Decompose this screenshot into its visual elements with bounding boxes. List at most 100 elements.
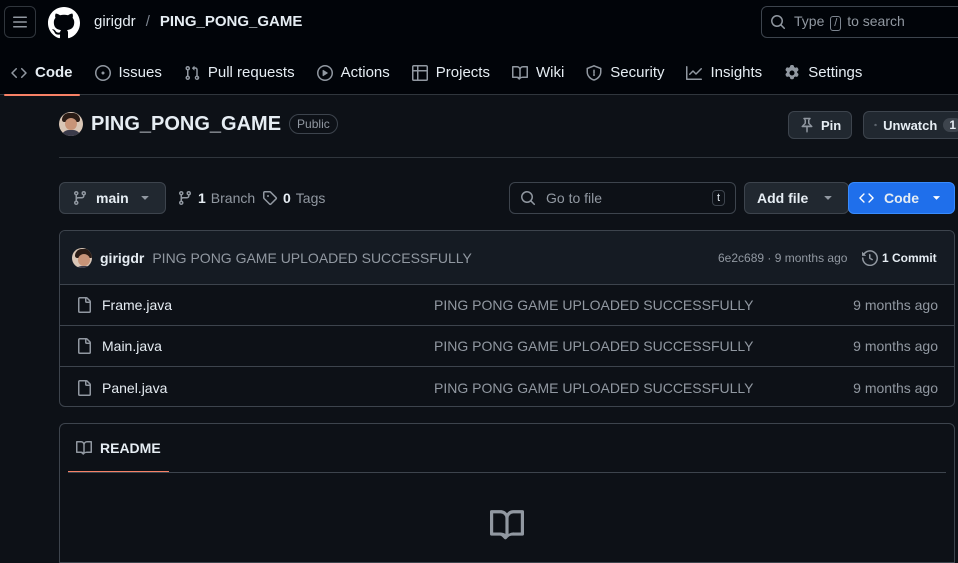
tab-security-label: Security bbox=[610, 64, 665, 81]
breadcrumb-separator: / bbox=[145, 13, 150, 30]
tags-link[interactable]: 0 Tags bbox=[262, 190, 325, 206]
hamburger-icon bbox=[13, 16, 27, 28]
tag-icon bbox=[263, 191, 278, 206]
file-date: 9 months ago bbox=[853, 297, 938, 313]
file-date: 9 months ago bbox=[853, 338, 938, 354]
code-button[interactable]: Code bbox=[848, 182, 955, 214]
branch-selector[interactable]: main bbox=[59, 182, 166, 214]
tab-wiki[interactable]: Wiki bbox=[501, 50, 575, 95]
go-to-file-shortcut: t bbox=[711, 190, 725, 206]
shield-icon bbox=[586, 64, 602, 81]
tab-insights-label: Insights bbox=[710, 64, 763, 81]
tab-actions[interactable]: Actions bbox=[306, 50, 401, 95]
commit-history-link[interactable]: 1 Commit bbox=[862, 249, 937, 266]
pin-label: Pin bbox=[821, 117, 842, 133]
repo-nav-tabs: Code Issues Pull requests Actions Projec… bbox=[0, 50, 873, 96]
commit-author[interactable]: girigdr bbox=[100, 250, 144, 266]
branch-name: main bbox=[96, 190, 129, 206]
file-commit-message[interactable]: PING PONG GAME UPLOADED SUCCESSFULLY bbox=[434, 338, 753, 354]
tab-issues[interactable]: Issues bbox=[84, 50, 173, 95]
branch-icon bbox=[74, 190, 86, 206]
breadcrumb: girigdr / PING_PONG_GAME bbox=[94, 13, 302, 30]
tab-projects[interactable]: Projects bbox=[401, 50, 501, 95]
tab-pull-requests-label: Pull requests bbox=[207, 64, 295, 81]
repo-heading: PING_PONG_GAME Public bbox=[59, 112, 338, 136]
header-divider bbox=[59, 157, 958, 158]
pull-request-icon bbox=[185, 65, 200, 80]
search-shortcut-key: / bbox=[830, 16, 842, 31]
add-file-button[interactable]: Add file bbox=[744, 182, 850, 214]
book-icon bbox=[511, 65, 528, 80]
global-header: girigdr / PING_PONG_GAME Type / to searc… bbox=[0, 0, 958, 96]
readme-panel: README bbox=[59, 423, 955, 563]
history-icon bbox=[862, 249, 878, 266]
global-search-input[interactable]: Type / to search bbox=[761, 6, 958, 38]
tab-settings[interactable]: Settings bbox=[773, 50, 873, 95]
issue-icon bbox=[94, 64, 111, 81]
tab-wiki-label: Wiki bbox=[535, 64, 565, 81]
graph-icon bbox=[686, 65, 703, 80]
tag-count: 0 bbox=[283, 190, 291, 206]
tab-code[interactable]: Code bbox=[0, 50, 84, 96]
search-prefix: Type bbox=[794, 13, 825, 29]
breadcrumb-repo[interactable]: PING_PONG_GAME bbox=[160, 13, 303, 30]
file-commit-message[interactable]: PING PONG GAME UPLOADED SUCCESSFULLY bbox=[434, 297, 753, 313]
file-row[interactable]: Frame.java PING PONG GAME UPLOADED SUCCE… bbox=[60, 285, 954, 326]
branches-link[interactable]: 1 Branch bbox=[177, 190, 255, 206]
breadcrumb-owner[interactable]: girigdr bbox=[94, 13, 136, 30]
code-icon bbox=[11, 67, 27, 78]
owner-avatar[interactable] bbox=[59, 112, 83, 136]
tab-pull-requests[interactable]: Pull requests bbox=[173, 50, 306, 95]
caret-down-icon bbox=[141, 196, 149, 200]
file-date: 9 months ago bbox=[853, 379, 938, 396]
file-name[interactable]: Main.java bbox=[102, 338, 162, 354]
search-icon bbox=[771, 15, 786, 30]
play-icon bbox=[316, 64, 333, 81]
commit-author-avatar[interactable] bbox=[72, 247, 92, 268]
file-name[interactable]: Frame.java bbox=[102, 297, 172, 313]
caret-down-icon bbox=[933, 196, 940, 200]
visibility-badge: Public bbox=[289, 114, 338, 134]
tab-actions-label: Actions bbox=[340, 64, 390, 81]
file-row[interactable]: Main.java PING PONG GAME UPLOADED SUCCES… bbox=[60, 326, 954, 367]
commit-hash-time[interactable]: 6e2c689 · 9 months ago bbox=[718, 251, 847, 265]
unwatch-button[interactable]: Unwatch 1 bbox=[863, 111, 958, 139]
file-name[interactable]: Panel.java bbox=[102, 380, 167, 396]
add-file-label: Add file bbox=[757, 190, 809, 206]
tab-projects-label: Projects bbox=[435, 64, 490, 81]
file-commit-message[interactable]: PING PONG GAME UPLOADED SUCCESSFULLY bbox=[434, 380, 753, 396]
menu-button[interactable] bbox=[4, 6, 36, 38]
caret-down-icon bbox=[824, 196, 832, 200]
branch-icon bbox=[179, 190, 191, 206]
branch-count-label: Branch bbox=[210, 190, 256, 206]
commit-count: 1 Commit bbox=[882, 250, 937, 265]
code-button-label: Code bbox=[884, 190, 919, 206]
readme-placeholder bbox=[490, 508, 524, 542]
pin-button[interactable]: Pin bbox=[788, 111, 853, 139]
book-icon bbox=[76, 440, 92, 455]
go-to-file-placeholder: Go to file bbox=[546, 190, 603, 206]
branch-count: 1 bbox=[198, 190, 206, 206]
tab-security[interactable]: Security bbox=[575, 50, 675, 95]
file-list: girigdr PING PONG GAME UPLOADED SUCCESSF… bbox=[59, 230, 955, 407]
github-logo[interactable] bbox=[48, 7, 80, 39]
gear-icon bbox=[785, 64, 799, 79]
unwatch-label: Unwatch bbox=[883, 117, 938, 133]
code-icon bbox=[859, 193, 874, 203]
tag-count-label: Tags bbox=[295, 190, 326, 206]
file-row[interactable]: Panel.java PING PONG GAME UPLOADED SUCCE… bbox=[60, 367, 954, 406]
github-logo-icon bbox=[48, 7, 80, 39]
commit-message[interactable]: PING PONG GAME UPLOADED SUCCESSFULLY bbox=[152, 250, 471, 266]
file-icon bbox=[78, 297, 91, 313]
repo-title[interactable]: PING_PONG_GAME bbox=[91, 113, 281, 136]
search-suffix: to search bbox=[847, 13, 905, 29]
tab-issues-label: Issues bbox=[118, 64, 162, 81]
readme-tab[interactable]: README bbox=[68, 424, 169, 473]
table-icon bbox=[411, 64, 428, 81]
file-icon bbox=[78, 379, 91, 396]
unwatch-count: 1 bbox=[943, 118, 958, 132]
readme-tab-label: README bbox=[100, 440, 161, 456]
tab-insights[interactable]: Insights bbox=[675, 50, 773, 95]
book-icon bbox=[490, 510, 524, 540]
go-to-file-input[interactable]: Go to file t bbox=[509, 182, 736, 214]
